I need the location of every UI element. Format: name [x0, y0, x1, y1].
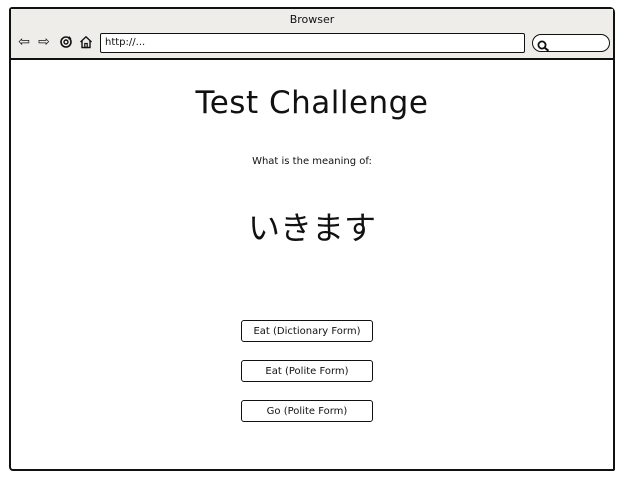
back-arrow-icon[interactable]: ⇦: [16, 34, 32, 50]
forward-arrow-icon[interactable]: ⇨: [36, 34, 52, 50]
browser-window: Browser ⇦ ⇨ http://... Test Challenge Wh…: [9, 7, 615, 471]
answer-button-eat-dictionary[interactable]: Eat (Dictionary Form): [241, 320, 373, 342]
question-prompt: What is the meaning of:: [252, 156, 372, 167]
home-icon[interactable]: [78, 34, 94, 50]
answer-button-eat-polite[interactable]: Eat (Polite Form): [241, 360, 373, 382]
reload-icon[interactable]: [58, 34, 74, 50]
search-icon: [537, 37, 550, 56]
browser-toolbar: Browser ⇦ ⇨ http://...: [11, 9, 613, 60]
search-box[interactable]: [532, 34, 610, 52]
answer-button-go-polite[interactable]: Go (Polite Form): [241, 400, 373, 422]
window-title: Browser: [289, 13, 335, 26]
url-bar[interactable]: http://...: [100, 33, 525, 53]
page-title: Test Challenge: [195, 85, 429, 121]
question-word: いきます: [247, 209, 376, 247]
